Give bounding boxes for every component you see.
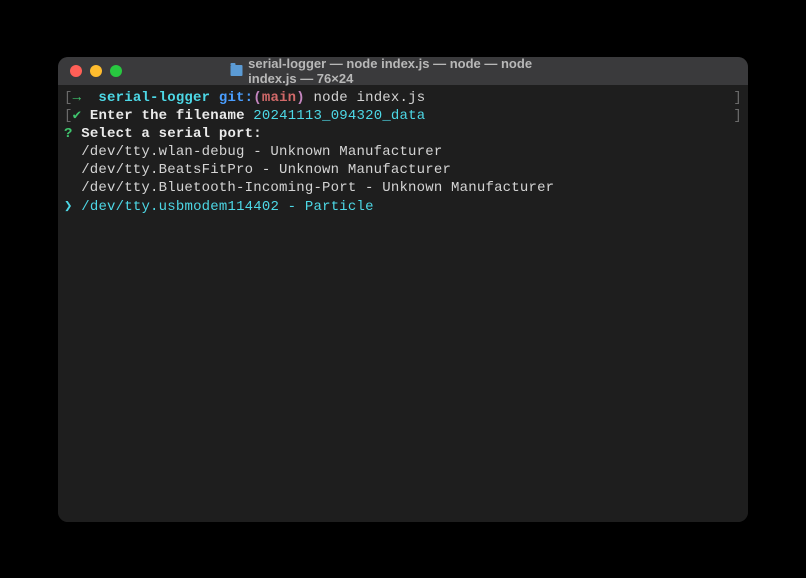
titlebar[interactable]: serial-logger — node index.js — node — n… [58,57,748,85]
window-title: serial-logger — node index.js — node — n… [231,57,576,86]
filename-prompt-line: [✔ Enter the filename 20241113_094320_da… [64,107,742,125]
selection-arrow-icon: ❯ [64,199,73,215]
check-icon: ✔ [73,108,82,124]
select-prompt-line: ? Select a serial port: [64,125,742,143]
filename-value: 20241113_094320_data [253,108,425,124]
window-title-text: serial-logger — node index.js — node — n… [248,57,575,86]
select-option-selected[interactable]: ❯ /dev/tty.usbmodem114402 - Particle [64,198,742,216]
minimize-button[interactable] [90,65,102,77]
command: node index.js [314,90,426,106]
prompt-arrow-icon: → [73,90,82,106]
select-option[interactable]: /dev/tty.Bluetooth-Incoming-Port - Unkno… [64,179,742,197]
traffic-lights [70,65,122,77]
close-button[interactable] [70,65,82,77]
folder-icon [231,65,243,76]
select-option[interactable]: /dev/tty.BeatsFitPro - Unknown Manufactu… [64,161,742,179]
terminal-window: serial-logger — node index.js — node — n… [58,57,748,522]
maximize-button[interactable] [110,65,122,77]
filename-label: Enter the filename [90,108,245,124]
cwd: serial-logger [98,90,210,106]
terminal-body[interactable]: [→ serial-logger git:(main) node index.j… [58,85,748,522]
selected-option: /dev/tty.usbmodem114402 - Particle [81,199,373,215]
git-label: git: [219,90,253,106]
select-label: Select a serial port: [81,126,262,142]
question-icon: ? [64,126,73,142]
git-branch: main [262,90,296,106]
prompt-line: [→ serial-logger git:(main) node index.j… [64,89,742,107]
select-option[interactable]: /dev/tty.wlan-debug - Unknown Manufactur… [64,143,742,161]
